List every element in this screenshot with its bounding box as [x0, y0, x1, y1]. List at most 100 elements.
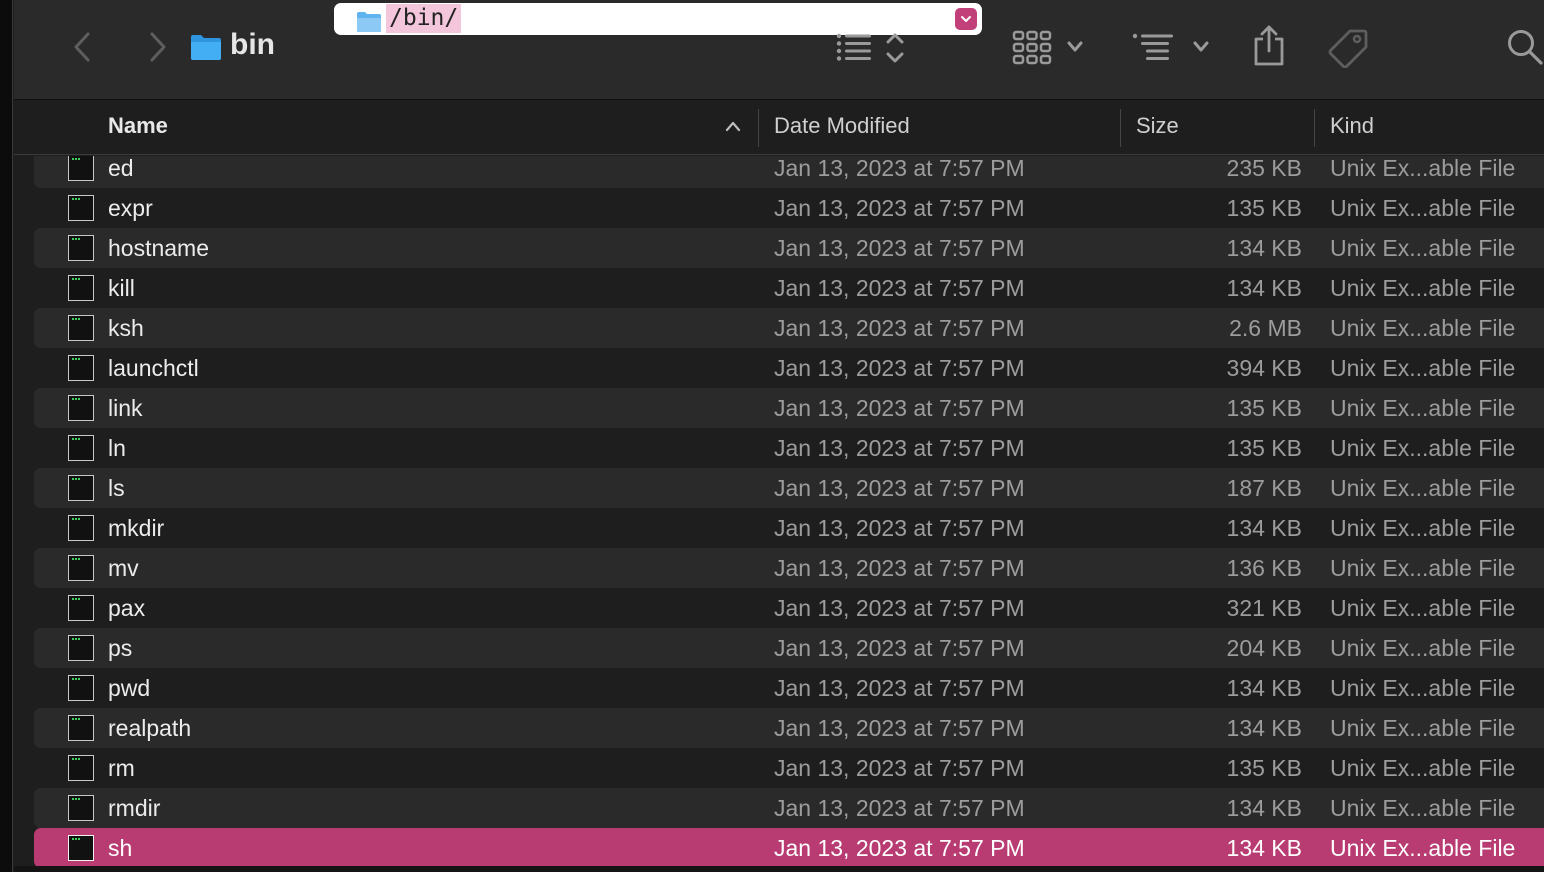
file-name[interactable]: ps — [108, 628, 132, 668]
sort-updown-icon[interactable] — [884, 32, 906, 64]
file-name[interactable]: pax — [108, 588, 145, 628]
column-divider[interactable] — [758, 109, 759, 147]
terminal-prompt-mark — [72, 598, 80, 602]
path-suggestions-button[interactable] — [955, 8, 977, 30]
sort-ascending-icon[interactable] — [724, 119, 742, 133]
file-row[interactable]: sh Jan 13, 2023 at 7:57 PM 134 KB Unix Ex..… — [34, 828, 1544, 868]
file-name[interactable]: ls — [108, 468, 125, 508]
date-modified: Jan 13, 2023 at 7:57 PM — [774, 795, 1025, 821]
chevron-right-icon[interactable] — [140, 30, 172, 64]
folder-icon — [357, 12, 381, 32]
file-kind: Unix Ex...able File — [1330, 515, 1516, 541]
column-header-date-modified[interactable]: Date Modified — [774, 101, 910, 154]
file-row[interactable]: pwd Jan 13, 2023 at 7:57 PM 134 KB Unix Ex.… — [34, 668, 1544, 708]
file-row[interactable]: pax Jan 13, 2023 at 7:57 PM 321 KB Unix Ex.… — [34, 588, 1544, 628]
list-view-icon[interactable] — [836, 32, 872, 62]
file-kind: Unix Ex...able File — [1330, 315, 1516, 341]
file-kind: Unix Ex...able File — [1330, 395, 1516, 421]
file-row[interactable]: link Jan 13, 2023 at 7:57 PM 135 KB Unix Ex… — [34, 388, 1544, 428]
file-name[interactable]: rmdir — [108, 788, 160, 828]
chevron-down-icon[interactable] — [1192, 40, 1210, 54]
terminal-prompt-mark — [72, 438, 80, 442]
date-modified: Jan 13, 2023 at 7:57 PM — [774, 195, 1025, 221]
unix-executable-icon — [68, 675, 94, 701]
unix-executable-icon — [68, 715, 94, 741]
file-kind: Unix Ex...able File — [1330, 156, 1516, 181]
file-name[interactable]: kill — [108, 268, 135, 308]
file-name[interactable]: sh — [108, 828, 132, 868]
column-header-size[interactable]: Size — [1136, 101, 1179, 154]
file-size: 187 KB — [1226, 475, 1302, 501]
column-header-kind[interactable]: Kind — [1330, 101, 1374, 154]
date-modified: Jan 13, 2023 at 7:57 PM — [774, 235, 1025, 261]
file-name[interactable]: hostname — [108, 228, 209, 268]
unix-executable-icon — [68, 755, 94, 781]
date-modified: Jan 13, 2023 at 7:57 PM — [774, 715, 1025, 741]
file-row[interactable]: kill Jan 13, 2023 at 7:57 PM 134 KB Unix Ex… — [34, 268, 1544, 308]
file-size: 134 KB — [1226, 835, 1302, 861]
file-name[interactable]: realpath — [108, 708, 191, 748]
file-name[interactable]: mkdir — [108, 508, 164, 548]
file-name[interactable]: mv — [108, 548, 139, 588]
unix-executable-icon — [68, 315, 94, 341]
file-kind: Unix Ex...able File — [1330, 755, 1516, 781]
file-size: 394 KB — [1226, 355, 1302, 381]
file-name[interactable]: ln — [108, 428, 126, 468]
unix-executable-icon — [68, 235, 94, 261]
share-icon[interactable] — [1252, 24, 1286, 66]
chevron-left-icon[interactable] — [68, 30, 100, 64]
file-row[interactable]: realpath Jan 13, 2023 at 7:57 PM 134 KB Uni… — [34, 708, 1544, 748]
date-modified: Jan 13, 2023 at 7:57 PM — [774, 835, 1025, 861]
date-modified: Jan 13, 2023 at 7:57 PM — [774, 395, 1025, 421]
terminal-prompt-mark — [72, 798, 80, 802]
file-list: ed Jan 13, 2023 at 7:57 PM 235 KB Unix Ex..… — [0, 156, 1544, 872]
file-row[interactable]: hostname Jan 13, 2023 at 7:57 PM 134 KB Uni… — [34, 228, 1544, 268]
file-size: 135 KB — [1226, 395, 1302, 421]
file-name[interactable]: launchctl — [108, 348, 199, 388]
file-row[interactable]: ln Jan 13, 2023 at 7:57 PM 135 KB Unix Ex..… — [34, 428, 1544, 468]
file-name[interactable]: pwd — [108, 668, 150, 708]
date-modified: Jan 13, 2023 at 7:57 PM — [774, 315, 1025, 341]
date-modified: Jan 13, 2023 at 7:57 PM — [774, 435, 1025, 461]
file-name[interactable]: rm — [108, 748, 135, 788]
date-modified: Jan 13, 2023 at 7:57 PM — [774, 635, 1025, 661]
file-name[interactable]: link — [108, 388, 143, 428]
file-size: 136 KB — [1226, 555, 1302, 581]
file-row[interactable]: ls Jan 13, 2023 at 7:57 PM 187 KB Unix Ex..… — [34, 468, 1544, 508]
file-size: 321 KB — [1226, 595, 1302, 621]
column-divider[interactable] — [1120, 109, 1121, 147]
file-kind: Unix Ex...able File — [1330, 595, 1516, 621]
file-kind: Unix Ex...able File — [1330, 555, 1516, 581]
file-row[interactable]: expr Jan 13, 2023 at 7:57 PM 135 KB Unix Ex… — [34, 188, 1544, 228]
file-row[interactable]: launchctl Jan 13, 2023 at 7:57 PM 394 KB Un… — [34, 348, 1544, 388]
folder-icon — [191, 35, 221, 60]
icon-grid-icon[interactable] — [1012, 30, 1052, 66]
file-name[interactable]: expr — [108, 188, 153, 228]
file-name[interactable]: ed — [108, 156, 134, 188]
column-header-name[interactable]: Name — [108, 101, 168, 154]
search-icon[interactable] — [1506, 28, 1544, 66]
file-kind: Unix Ex...able File — [1330, 475, 1516, 501]
tag-icon[interactable] — [1328, 28, 1368, 68]
column-divider[interactable] — [1314, 109, 1315, 147]
group-list-icon[interactable] — [1132, 32, 1174, 62]
file-kind: Unix Ex...able File — [1330, 635, 1516, 661]
file-row[interactable]: ksh Jan 13, 2023 at 7:57 PM 2.6 MB Unix Ex.… — [34, 308, 1544, 348]
go-to-path-field[interactable]: /bin/ — [334, 3, 982, 35]
file-row[interactable]: ed Jan 13, 2023 at 7:57 PM 235 KB Unix Ex..… — [34, 156, 1544, 188]
terminal-prompt-mark — [72, 638, 80, 642]
file-row[interactable]: ps Jan 13, 2023 at 7:57 PM 204 KB Unix Ex..… — [34, 628, 1544, 668]
terminal-prompt-mark — [72, 318, 80, 322]
terminal-prompt-mark — [72, 158, 80, 162]
terminal-prompt-mark — [72, 198, 80, 202]
file-row[interactable]: mkdir Jan 13, 2023 at 7:57 PM 134 KB Unix E… — [34, 508, 1544, 548]
chevron-down-icon[interactable] — [1066, 40, 1084, 54]
file-name[interactable]: ksh — [108, 308, 144, 348]
unix-executable-icon — [68, 475, 94, 501]
terminal-prompt-mark — [72, 758, 80, 762]
file-row[interactable]: mv Jan 13, 2023 at 7:57 PM 136 KB Unix Ex..… — [34, 548, 1544, 588]
path-input-text[interactable]: /bin/ — [386, 4, 462, 33]
date-modified: Jan 13, 2023 at 7:57 PM — [774, 515, 1025, 541]
file-row[interactable]: rmdir Jan 13, 2023 at 7:57 PM 134 KB Unix E… — [34, 788, 1544, 828]
file-row[interactable]: rm Jan 13, 2023 at 7:57 PM 135 KB Unix Ex..… — [34, 748, 1544, 788]
